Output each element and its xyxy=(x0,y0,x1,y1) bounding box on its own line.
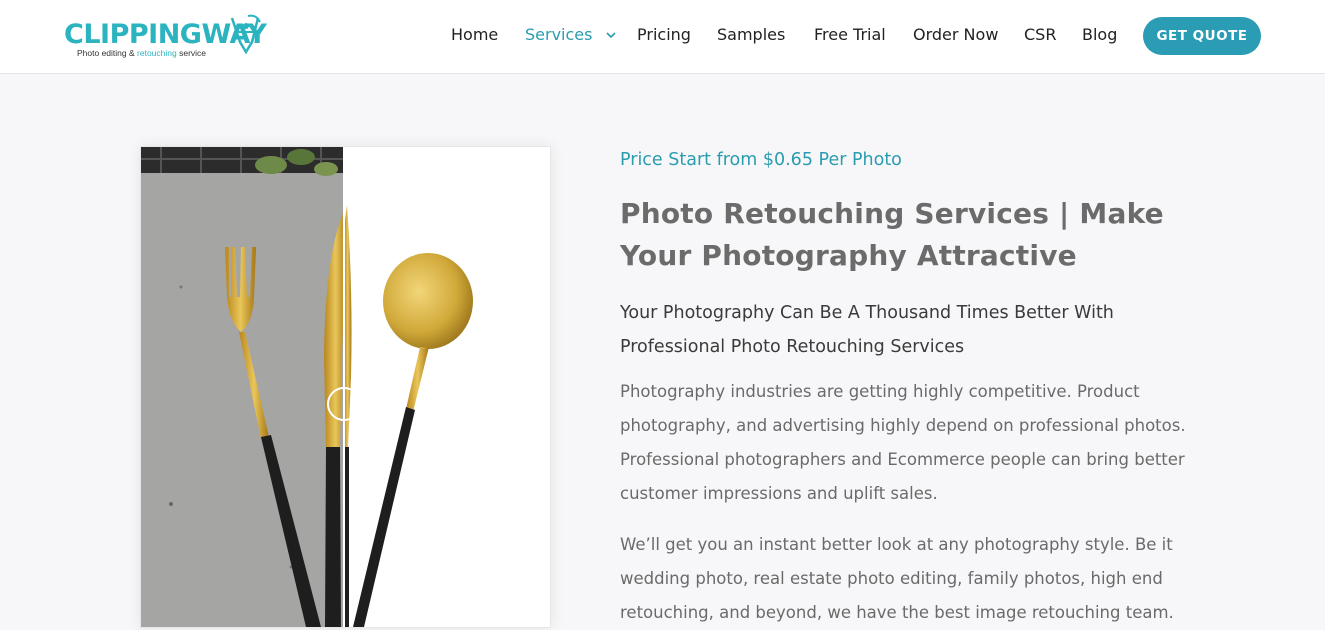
nav-blog[interactable]: Blog xyxy=(1082,25,1117,45)
nav-home[interactable]: Home xyxy=(451,25,498,45)
tagline-pre: Photo editing & xyxy=(77,48,135,58)
nav-services[interactable]: Services xyxy=(525,25,616,45)
chevron-down-icon xyxy=(605,32,616,39)
nav-csr[interactable]: CSR xyxy=(1024,25,1056,45)
compare-slider-handle[interactable] xyxy=(327,387,361,421)
before-after-image[interactable] xyxy=(140,146,551,628)
nav-samples[interactable]: Samples xyxy=(717,25,785,45)
price-tagline: Price Start from $0.65 Per Photo xyxy=(620,150,902,170)
tagline-highlight: retouching xyxy=(137,48,177,58)
logo[interactable]: CLIPPINGWAY Photo editing & retouching s… xyxy=(64,12,274,62)
get-quote-button[interactable]: GET QUOTE xyxy=(1143,17,1261,55)
nav-order-now[interactable]: Order Now xyxy=(913,25,998,45)
camera-pen-icon xyxy=(230,14,261,55)
site-header: CLIPPINGWAY Photo editing & retouching s… xyxy=(0,0,1325,74)
intro-paragraph-2: We’ll get you an instant better look at … xyxy=(620,535,1174,622)
page-title: Photo Retouching Services | Make Your Ph… xyxy=(620,197,1164,272)
intro-paragraph-1: Photography industries are getting highl… xyxy=(620,382,1186,503)
page-subtitle: Your Photography Can Be A Thousand Times… xyxy=(620,303,1114,357)
nav-services-label: Services xyxy=(525,25,593,44)
tagline-post: service xyxy=(179,48,207,58)
logo-tagline: Photo editing & retouching service xyxy=(77,48,206,58)
nav-free-trial[interactable]: Free Trial xyxy=(814,25,886,45)
nav-pricing[interactable]: Pricing xyxy=(637,25,691,45)
